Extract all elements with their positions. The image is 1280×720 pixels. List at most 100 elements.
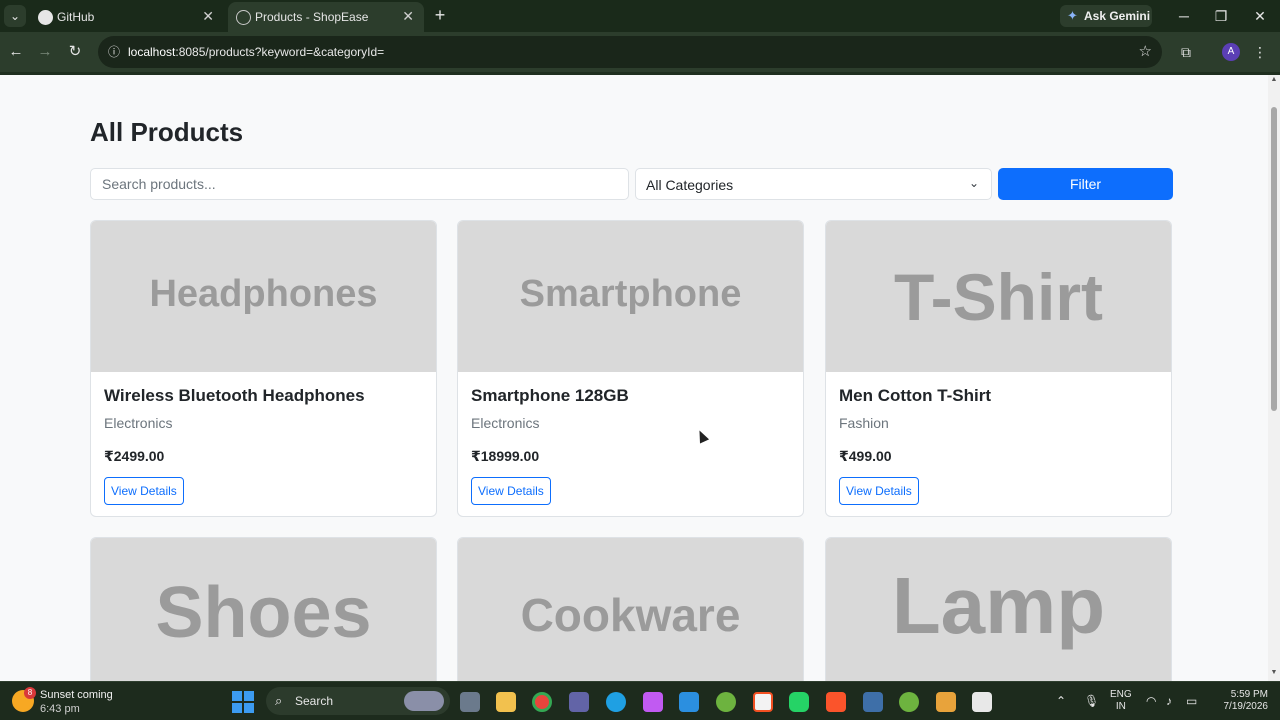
product-image-text: Shoes <box>155 573 372 653</box>
search-icon: ⌕ <box>275 693 283 708</box>
microphone-icon[interactable]: 🎙 <box>1084 693 1099 709</box>
browser-tab-bar: ⌄ GitHub ✕ Products - ShopEase ✕ + ✦ Ask… <box>0 0 1280 32</box>
url-text: localhost:8085/products?keyword=&categor… <box>128 45 384 59</box>
region-code: IN <box>1115 701 1126 712</box>
vscode-icon[interactable] <box>679 692 699 712</box>
microsoft-store-icon[interactable] <box>753 692 773 712</box>
ask-gemini-button[interactable]: ✦ Ask Gemini <box>1060 5 1152 27</box>
chevron-down-icon: ⌄ <box>968 176 979 190</box>
tab-label: GitHub <box>57 10 95 24</box>
weather-time: 6:43 pm <box>40 703 80 715</box>
product-name: Smartphone 128GB <box>471 386 629 405</box>
chevron-up-icon[interactable]: ⌃ <box>1056 693 1066 709</box>
product-image-text: Cookware <box>520 589 741 641</box>
wifi-icon[interactable]: ◠ <box>1146 693 1156 709</box>
tab-search-button[interactable]: ⌄ <box>4 5 26 27</box>
close-tab-icon[interactable]: ✕ <box>202 8 214 25</box>
view-details-button[interactable]: View Details <box>104 477 184 505</box>
product-image: Cookware <box>458 538 803 681</box>
minimize-icon[interactable]: ─ <box>1174 6 1194 26</box>
spring-boot-icon[interactable] <box>899 692 919 712</box>
ask-gemini-label: Ask Gemini <box>1084 9 1151 23</box>
windows-start-icon[interactable] <box>232 691 254 713</box>
product-price: ₹2499.00 <box>104 448 165 464</box>
chrome-icon[interactable] <box>532 692 552 712</box>
product-price: ₹499.00 <box>839 448 892 464</box>
product-image: T-Shirt <box>826 221 1171 372</box>
search-input[interactable] <box>90 168 629 200</box>
product-image: Lamp <box>826 538 1171 681</box>
mysql-workbench-icon[interactable] <box>863 692 883 712</box>
close-window-icon[interactable]: ✕ <box>1250 6 1270 26</box>
bookmark-star-icon[interactable]: ☆ <box>1139 42 1152 60</box>
file-explorer-icon[interactable] <box>496 692 516 712</box>
weather-title[interactable]: Sunset coming <box>40 689 113 701</box>
taskbar: 8 Sunset coming 6:43 pm ⌕ Search ⌃ 🎙 ENG… <box>0 681 1280 720</box>
view-details-button[interactable]: View Details <box>471 477 551 505</box>
product-name: Wireless Bluetooth Headphones <box>104 386 365 405</box>
whatsapp-icon[interactable] <box>789 692 809 712</box>
scrollbar-thumb[interactable] <box>1271 107 1277 411</box>
tab-products-shopease[interactable]: Products - ShopEase ✕ <box>228 2 424 32</box>
spring-tool-icon[interactable] <box>716 692 736 712</box>
globe-icon <box>236 10 251 25</box>
product-image-text: Smartphone <box>519 273 742 315</box>
product-card: T-Shirt Men Cotton T-Shirt Fashion ₹499.… <box>825 220 1172 517</box>
product-image: Shoes <box>91 538 436 681</box>
jetbrains-icon[interactable] <box>936 692 956 712</box>
language-indicator[interactable]: ENG IN <box>1110 689 1132 713</box>
close-tab-icon[interactable]: ✕ <box>402 8 414 25</box>
product-card: Lamp <box>825 537 1172 681</box>
page-viewport: All Products All Categories ⌄ Filter Hea… <box>0 75 1268 681</box>
language-code: ENG <box>1110 689 1132 700</box>
scroll-down-icon[interactable]: ▼ <box>1270 669 1278 676</box>
edge-icon[interactable] <box>606 692 626 712</box>
product-card: Cookware <box>457 537 804 681</box>
notification-badge: 8 <box>24 687 36 699</box>
profile-avatar[interactable]: A <box>1222 43 1240 61</box>
gemini-sparkle-icon: ✦ <box>1067 8 1078 23</box>
product-image-text: Lamp <box>891 561 1106 650</box>
product-category: Electronics <box>471 415 540 431</box>
product-image-text: Headphones <box>149 273 378 315</box>
category-select[interactable]: All Categories ⌄ <box>635 168 992 200</box>
view-details-button[interactable]: View Details <box>839 477 919 505</box>
extensions-icon[interactable]: ⧉ <box>1176 42 1196 62</box>
tab-github[interactable]: GitHub ✕ <box>30 2 224 32</box>
system-clock[interactable]: 5:59 PM 7/19/2026 <box>1212 689 1269 713</box>
forward-arrow-icon[interactable]: → <box>35 42 55 62</box>
menu-kebab-icon[interactable]: ⋮ <box>1250 42 1270 62</box>
browser-toolbar: ← → ↻ ⓘ localhost:8085/products?keyword=… <box>0 32 1280 72</box>
clock-date: 7/19/2026 <box>1223 701 1269 712</box>
product-image: Headphones <box>91 221 436 372</box>
product-image-text: T-Shirt <box>894 260 1103 334</box>
page-scrollbar[interactable]: ▲ ▼ <box>1268 75 1280 681</box>
page-title: All Products <box>90 117 244 147</box>
product-category: Fashion <box>839 415 889 431</box>
volume-icon[interactable]: ♪ <box>1166 693 1172 709</box>
battery-icon[interactable]: ▭ <box>1186 693 1197 709</box>
product-category: Electronics <box>104 415 173 431</box>
product-card: Shoes <box>90 537 437 681</box>
new-tab-button[interactable]: + <box>430 4 450 26</box>
search-highlight-image <box>404 691 444 711</box>
copilot-icon[interactable] <box>643 692 663 712</box>
restore-icon[interactable]: ❐ <box>1211 6 1231 26</box>
site-info-icon[interactable]: ⓘ <box>106 44 122 60</box>
brave-icon[interactable] <box>826 692 846 712</box>
filter-button[interactable]: Filter <box>998 168 1173 200</box>
reload-icon[interactable]: ↻ <box>65 42 85 62</box>
category-selected-value: All Categories <box>646 177 734 193</box>
address-bar[interactable]: ⓘ localhost:8085/products?keyword=&categ… <box>98 36 1162 68</box>
teams-icon[interactable] <box>569 692 589 712</box>
scroll-up-icon[interactable]: ▲ <box>1270 76 1278 83</box>
back-arrow-icon[interactable]: ← <box>6 42 26 62</box>
snipping-tool-icon[interactable] <box>972 692 992 712</box>
clock-time: 5:59 PM <box>1230 689 1268 700</box>
product-card: Smartphone Smartphone 128GB Electronics … <box>457 220 804 517</box>
github-icon <box>38 10 53 25</box>
product-card: Headphones Wireless Bluetooth Headphones… <box>90 220 437 517</box>
url-path: :8085/products?keyword=&categoryId= <box>175 45 385 59</box>
task-view-icon[interactable] <box>460 692 480 712</box>
taskbar-search[interactable]: ⌕ Search <box>266 687 450 715</box>
